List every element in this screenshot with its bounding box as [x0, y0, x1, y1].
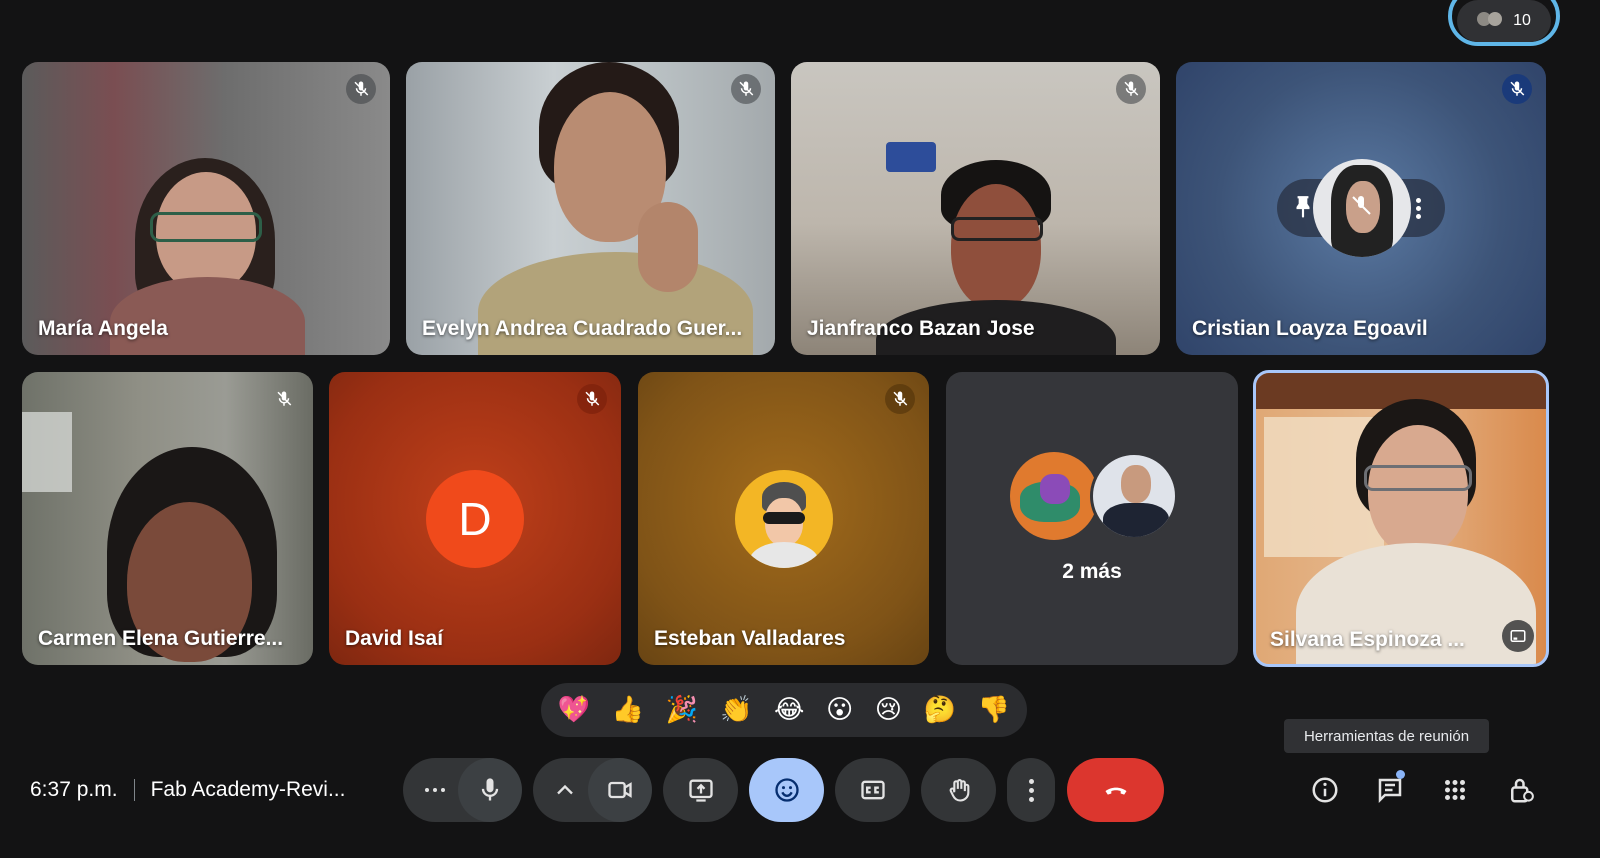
meeting-details-button[interactable]: [1301, 766, 1349, 814]
reaction-party[interactable]: 🎉: [666, 697, 698, 723]
participants-avatars-icon: [1477, 10, 1505, 32]
participant-name: Jianfranco Bazan Jose: [807, 317, 1035, 340]
participant-avatar: [735, 470, 833, 568]
reaction-surprised[interactable]: 😮: [826, 697, 853, 723]
self-view-toggle-icon[interactable]: [1502, 620, 1534, 652]
activities-button[interactable]: [1431, 766, 1479, 814]
participant-name: Silvana Espinoza ...: [1270, 628, 1465, 651]
muted-icon: [731, 74, 761, 104]
reaction-sad[interactable]: 😢: [875, 697, 902, 723]
host-controls-icon: [1511, 778, 1534, 803]
info-icon: [1312, 777, 1338, 803]
participant-initial-avatar: D: [426, 470, 524, 568]
raise-hand-button[interactable]: [921, 758, 996, 822]
muted-icon: [885, 384, 915, 414]
activities-icon: [1445, 780, 1465, 800]
microphone-button[interactable]: [458, 758, 522, 822]
participant-name: David Isaí: [345, 627, 444, 650]
reaction-thinking[interactable]: 🤔: [924, 697, 956, 723]
participant-avatar: [1010, 452, 1098, 540]
reaction-heart[interactable]: 💖: [558, 697, 590, 723]
meeting-tools-tooltip: Herramientas de reunión: [1284, 719, 1489, 753]
hang-up-button[interactable]: [1067, 758, 1164, 822]
participants-count: 10: [1513, 12, 1531, 29]
more-participants-label: 2 más: [1062, 560, 1122, 583]
participant-tile[interactable]: María Angela: [22, 62, 390, 355]
captions-button[interactable]: [835, 758, 910, 822]
notification-dot: [1396, 770, 1405, 779]
participant-tile[interactable]: Jianfranco Bazan Jose: [791, 62, 1160, 355]
camera-icon: [608, 781, 632, 799]
muted-icon: [577, 384, 607, 414]
meeting-title: Fab Academy-Revi...: [150, 778, 346, 801]
meeting-time: 6:37 p.m.: [30, 778, 118, 801]
participant-tile[interactable]: Evelyn Andrea Cuadrado Guer...: [406, 62, 775, 355]
meeting-info: 6:37 p.m. Fab Academy-Revi...: [30, 775, 345, 805]
participant-name: Carmen Elena Gutierre...: [38, 627, 284, 650]
pin-icon[interactable]: [1290, 194, 1316, 222]
participant-name: María Angela: [38, 317, 168, 340]
muted-icon: [269, 384, 299, 414]
more-vert-icon[interactable]: [1408, 194, 1428, 222]
hang-up-icon: [1105, 787, 1126, 795]
captions-icon: [860, 780, 885, 800]
muted-icon: [1116, 74, 1146, 104]
present-screen-icon: [688, 779, 713, 802]
participant-avatar: [1090, 452, 1178, 540]
reactions-bar: 💖 👍 🎉 👏 😂 😮 😢 🤔 👎: [541, 683, 1027, 737]
host-controls-button[interactable]: [1497, 766, 1545, 814]
chevron-up-icon[interactable]: [547, 758, 583, 822]
raise-hand-icon: [949, 779, 969, 802]
participant-name: Evelyn Andrea Cuadrado Guer...: [422, 317, 743, 340]
emoji-button[interactable]: [749, 758, 824, 822]
muted-icon: [346, 74, 376, 104]
self-view-tile[interactable]: Silvana Espinoza ...: [1253, 370, 1549, 667]
muted-icon: [1502, 74, 1532, 104]
mute-participant-icon[interactable]: [1349, 194, 1375, 222]
separator: [133, 779, 135, 801]
participant-name: Cristian Loayza Egoavil: [1192, 317, 1428, 340]
present-screen-button[interactable]: [663, 758, 738, 822]
more-vert-icon: [1028, 778, 1034, 802]
emoji-icon: [774, 778, 799, 802]
participant-tile[interactable]: Carmen Elena Gutierre...: [22, 372, 313, 665]
chat-icon: [1378, 778, 1402, 804]
video-controls-group: [533, 758, 652, 822]
audio-controls-group: [403, 758, 522, 822]
reaction-clap[interactable]: 👏: [720, 697, 752, 723]
more-options-icon[interactable]: [417, 758, 453, 822]
more-participants-tile[interactable]: 2 más: [946, 372, 1238, 665]
reaction-thumbs-down[interactable]: 👎: [978, 697, 1010, 723]
participant-tile[interactable]: D David Isaí: [329, 372, 621, 665]
participants-badge[interactable]: 10: [1448, 0, 1560, 46]
participant-name: Esteban Valladares: [654, 627, 846, 650]
participant-tile[interactable]: Esteban Valladares: [638, 372, 929, 665]
microphone-icon: [481, 778, 499, 801]
reaction-laugh[interactable]: 😂: [774, 697, 804, 723]
reaction-thumbs-up[interactable]: 👍: [612, 697, 644, 723]
more-vert-button[interactable]: [1007, 758, 1055, 822]
camera-button[interactable]: [588, 758, 652, 822]
chat-button[interactable]: [1366, 766, 1414, 814]
participant-tile[interactable]: Cristian Loayza Egoavil: [1176, 62, 1546, 355]
